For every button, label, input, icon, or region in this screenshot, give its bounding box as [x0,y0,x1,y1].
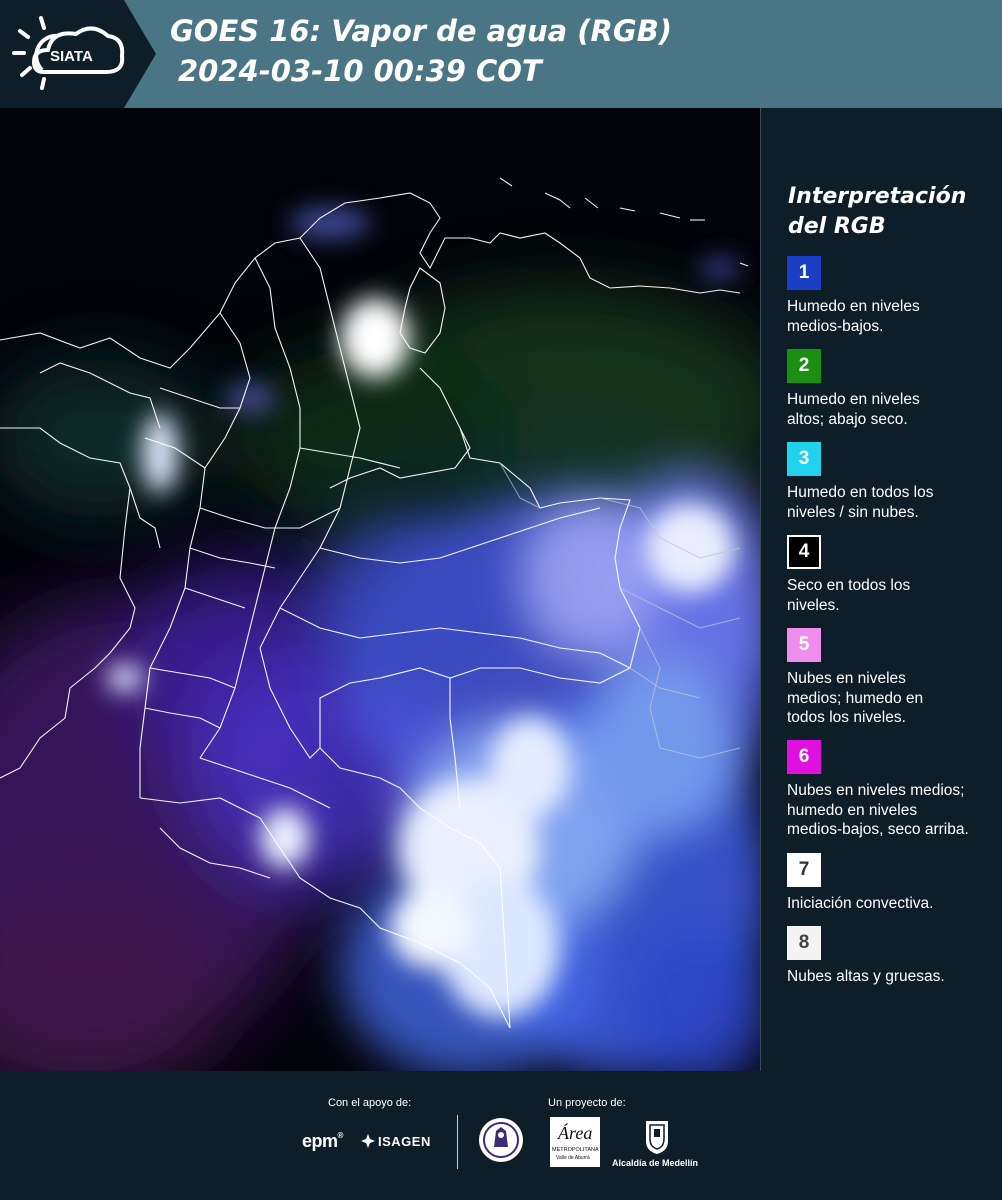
legend-title: Interpretación del RGB [788,182,998,242]
legend-item-3: 3 Humedo en todos los niveles / sin nubes… [787,442,997,522]
legend-swatch-2: 2 [787,349,821,383]
legend-text-2: Humedo en niveles altos; abajo seco. [787,391,920,428]
isagen-logo: ISAGEN [360,1133,431,1149]
legend-swatch-6: 6 [787,740,821,774]
epm-logo: epm® [302,1131,343,1151]
project-label: Un proyecto de: [548,1097,626,1109]
legend-item-4: 4 Seco en todos los niveles. [787,535,997,615]
legend-swatch-7: 7 [787,853,821,887]
legend-text-1: Humedo en niveles medios-bajos. [787,298,920,335]
legend-item-6: 6 Nubes en niveles medios; humedo en nive… [787,740,997,840]
legend-text-8: Nubes altas y gruesas. [787,968,945,985]
support-label: Con el apoyo de: [328,1097,412,1109]
alcaldia-medellin-label: Alcaldía de Medellín [612,1158,699,1168]
legend-swatch-5: 5 [787,628,821,662]
legend-text-7: Iniciación convectiva. [787,895,934,912]
legend-swatch-8: 8 [787,926,821,960]
water-vapor-rgb-image [0,108,760,1071]
legend-item-2: 2 Humedo en niveles altos; abajo seco. [787,349,997,429]
university-seal-icon [479,1118,523,1162]
legend-swatch-3: 3 [787,442,821,476]
header-bar: SIATA GOES 16: Vapor de agua (RGB) 2024-… [0,0,1002,108]
alcaldia-shield-icon [646,1121,668,1154]
area-metropolitana-logo-text: Área [558,1123,593,1143]
footer-divider [457,1115,458,1169]
isagen-logo-text: ISAGEN [378,1134,431,1149]
legend-text-6: Nubes en niveles medios; humedo en nivele… [787,782,969,838]
legend-text-4: Seco en todos los niveles. [787,577,911,614]
isagen-icon [361,1134,375,1148]
siata-logo: SIATA [0,0,160,108]
image-datetime: 2024-03-10 00:39 COT [178,54,542,88]
legend-text-5: Nubes en niveles medios; humedo en todos l… [787,670,924,726]
rgb-legend: Interpretación del RGB 1 Humedo en nivel… [762,108,1002,1071]
page-title: GOES 16: Vapor de agua (RGB) [170,14,673,48]
epm-logo-text: epm [302,1131,338,1151]
legend-item-5: 5 Nubes en niveles medios; humedo en todos… [787,628,997,728]
area-metropolitana-logo-subtitle: METROPOLITANA [552,1147,599,1153]
legend-item-8: 8 Nubes altas y gruesas. [787,926,997,987]
legend-swatch-4: 4 [787,535,821,569]
legend-title-line1: Interpretación [788,184,967,209]
area-metropolitana-logo: Área METROPOLITANA Valle de Aburrá [550,1117,600,1167]
satellite-map [0,108,761,1071]
legend-title-line2: del RGB [788,214,886,239]
legend-text-3: Humedo en todos los niveles / sin nubes. [787,484,934,521]
legend-swatch-1: 1 [787,256,821,290]
area-metropolitana-logo-caption: Valle de Aburrá [556,1155,590,1161]
siata-logo-text: SIATA [50,48,93,65]
footer: Con el apoyo de: Un proyecto de: epm® IS… [0,1071,1002,1200]
legend-item-1: 1 Humedo en niveles medios-bajos. [787,256,997,336]
legend-item-7: 7 Iniciación convectiva. [787,853,997,914]
